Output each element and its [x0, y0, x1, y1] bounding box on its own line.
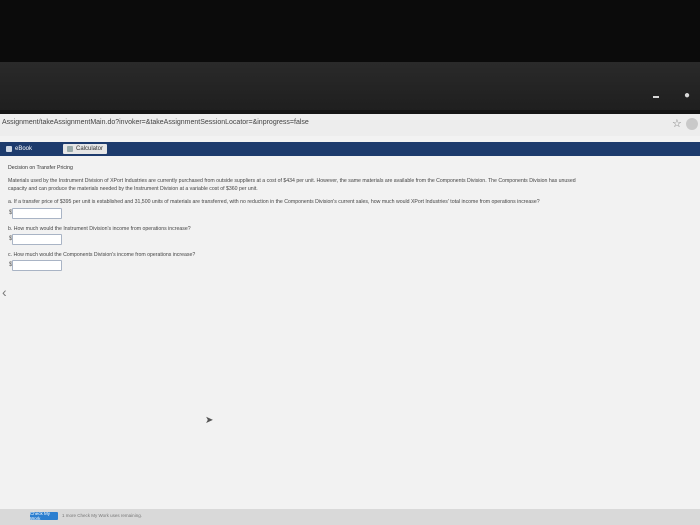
profile-icon[interactable] — [686, 118, 698, 130]
problem-paragraph-line1: Materials used by the Instrument Divisio… — [8, 178, 576, 184]
problem-paragraph-line2: capacity and can produce the materials n… — [8, 186, 258, 192]
answer-input-b[interactable] — [12, 234, 62, 245]
calculator-label: Calculator — [76, 146, 104, 152]
star-icon[interactable]: ☆ — [672, 117, 682, 130]
window-minimize-icon[interactable] — [653, 96, 659, 98]
dark-top-region — [0, 0, 700, 62]
url-text[interactable]: Assignment/takeAssignmentMain.do?invoker… — [2, 119, 309, 126]
window-close-icon[interactable]: ● — [684, 90, 690, 101]
calculator-button[interactable]: Calculator — [63, 144, 108, 154]
question-b: b. How much would the Instrument Divisio… — [8, 226, 191, 232]
ebook-label: eBook — [15, 146, 33, 152]
mouse-cursor-icon: ➤ — [205, 415, 214, 426]
previous-arrow-icon[interactable]: ‹ — [2, 284, 7, 300]
browser-tab-bar — [0, 62, 700, 110]
check-remaining-note: 1 more Check My Work uses remaining. — [62, 513, 142, 518]
page-content — [0, 136, 700, 525]
question-a: a. If a transfer price of $395 per unit … — [8, 199, 540, 205]
answer-input-c[interactable] — [12, 260, 62, 271]
question-c: c. How much would the Components Divisio… — [8, 252, 196, 258]
check-my-work-button[interactable]: Check My Work — [30, 511, 58, 521]
address-bar[interactable]: Assignment/takeAssignmentMain.do?invoker… — [0, 114, 700, 136]
ebook-button[interactable]: eBook — [2, 144, 36, 154]
book-icon — [6, 146, 12, 152]
answer-input-a[interactable] — [12, 208, 62, 219]
problem-title: Decision on Transfer Pricing — [8, 165, 73, 171]
calculator-icon — [67, 146, 73, 152]
assignment-toolbar: eBook Calculator — [0, 142, 700, 156]
